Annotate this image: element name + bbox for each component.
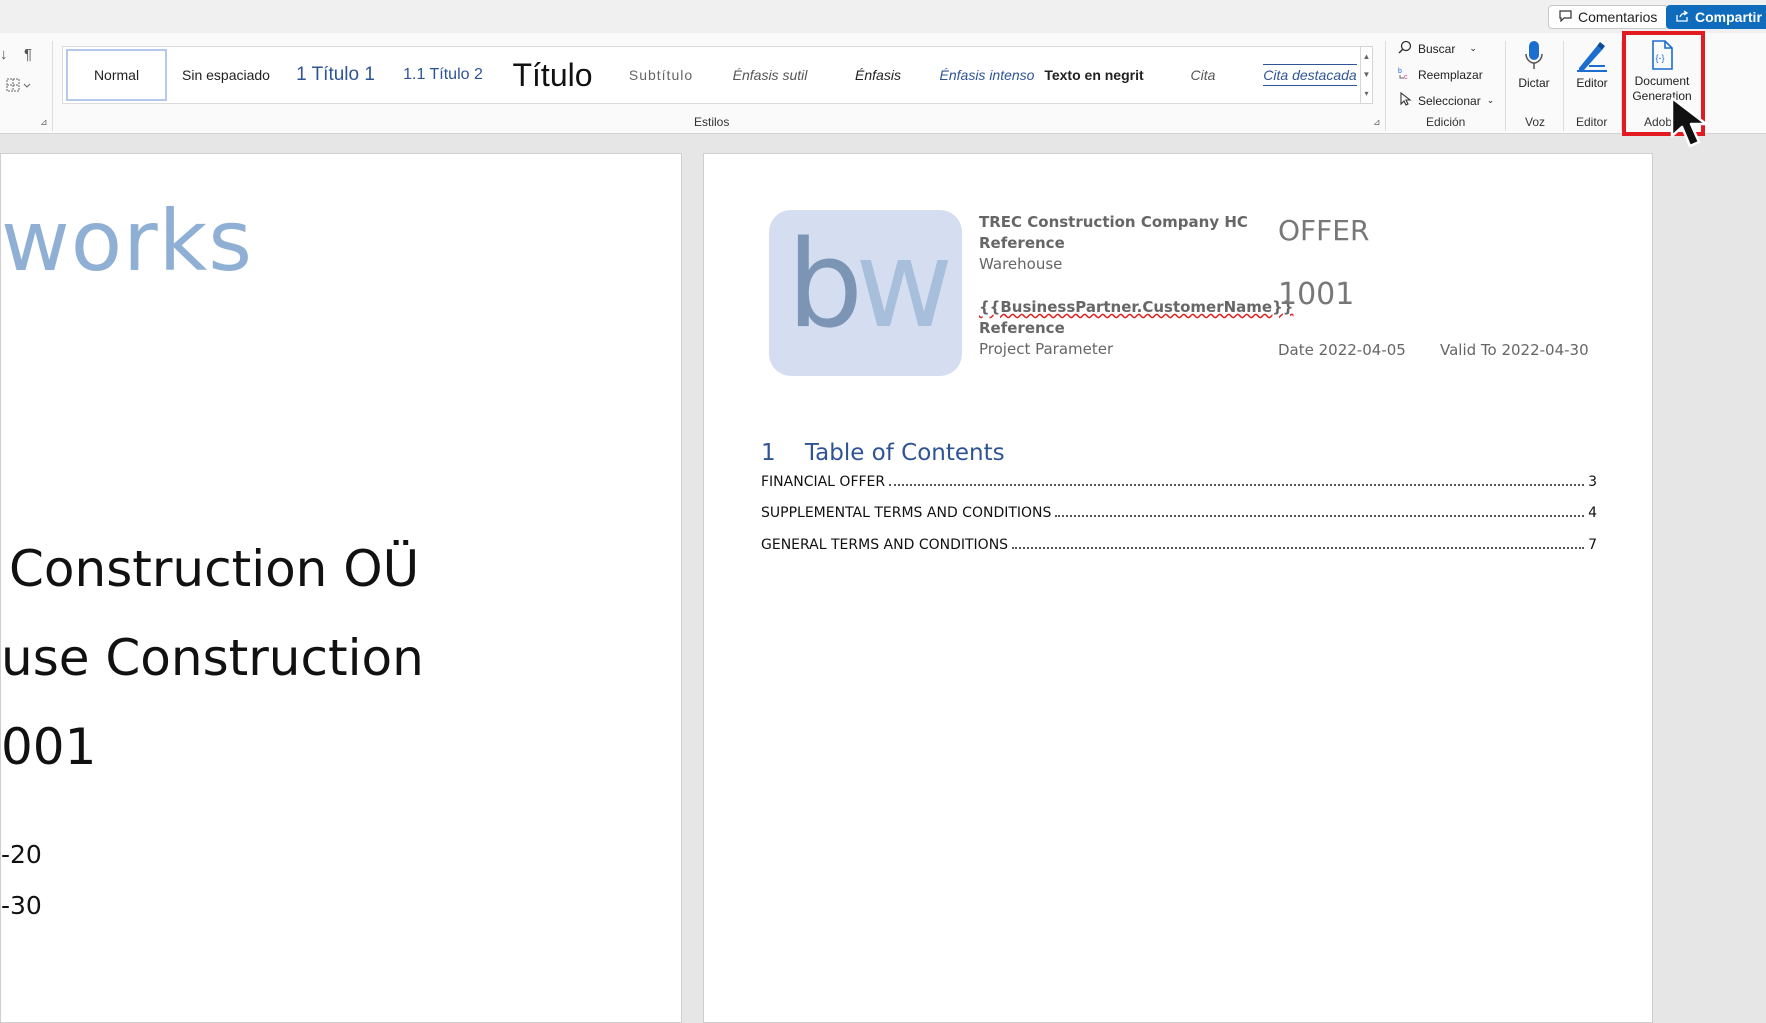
project-parameter-field: Project Parameter (979, 340, 1114, 358)
offer-title: OFFER (1278, 214, 1370, 247)
valid-to-field: Valid To 2022-04-30 (1440, 341, 1589, 359)
editing-group-label: Edición (1426, 115, 1466, 129)
voice-group-label: Voz (1525, 115, 1546, 129)
style-quote[interactable]: Cita (1151, 47, 1255, 103)
microphone-icon (1523, 40, 1545, 76)
style-subtitle[interactable]: Subtítulo (609, 47, 713, 103)
style-title[interactable]: Título (500, 47, 605, 103)
styles-scrollbar[interactable]: ▲ ▼ ▾ (1360, 46, 1373, 104)
toc-entry[interactable]: GENERAL TERMS AND CONDITIONS 7 (761, 537, 1597, 553)
warehouse-field: Warehouse (979, 255, 1063, 273)
style-subtle-emphasis[interactable]: Énfasis sutil (718, 47, 822, 103)
share-button[interactable]: Compartir (1666, 5, 1766, 29)
dictate-button[interactable]: Dictar (1517, 40, 1551, 91)
more-styles-icon[interactable]: ▾ (1364, 89, 1368, 98)
style-emphasis[interactable]: Énfasis (826, 47, 930, 103)
chevron-up-icon[interactable]: ▲ (1363, 52, 1371, 61)
customer-name-field: {{BusinessPartner.CustomerName}} (979, 298, 1294, 316)
pilcrow-icon[interactable]: ¶ (24, 46, 32, 63)
style-intense-emphasis[interactable]: Énfasis intenso (935, 47, 1039, 103)
date-field: Date 2022-04-05 (1278, 341, 1406, 359)
style-heading-2[interactable]: 1.1 Título 2 (392, 47, 494, 103)
borders-icon[interactable] (6, 78, 32, 96)
search-icon (1398, 40, 1412, 57)
logo-fragment: works (1, 192, 254, 290)
share-label: Compartir (1695, 9, 1762, 25)
editor-button[interactable]: Editor (1574, 40, 1610, 91)
logo-letter-b: b (787, 216, 863, 355)
style-heading-1[interactable]: 1 Título 1 (283, 47, 388, 103)
replace-button[interactable]: bc Reemplazar (1398, 66, 1483, 83)
comments-label: Comentarios (1578, 9, 1658, 25)
find-button[interactable]: Buscar ⌄ (1398, 40, 1477, 57)
ribbon-divider (1505, 41, 1506, 131)
company-field: TREC Construction Company HC (979, 213, 1248, 231)
project-name: use Construction (1, 629, 424, 687)
reference-label-2: Reference (979, 319, 1065, 337)
company-name: Construction OÜ (9, 540, 420, 598)
style-no-spacing[interactable]: Sin espaciado (174, 47, 278, 103)
editor-pen-icon (1575, 40, 1609, 76)
chevron-down-icon: ⌄ (1486, 95, 1495, 105)
replace-icon: bc (1398, 66, 1412, 83)
style-intense-quote[interactable]: Cita destacada (1259, 47, 1361, 103)
title-bar (0, 0, 1766, 33)
style-normal[interactable]: Normal (66, 49, 167, 101)
offer-number: 1001 (1278, 277, 1355, 312)
cursor-select-icon (1398, 91, 1412, 109)
paragraph-launcher-icon[interactable]: ⊿ (40, 117, 48, 128)
valid-to-fragment: -30 (1, 891, 42, 920)
comment-icon (1559, 9, 1572, 25)
bw-logo: bw (769, 210, 962, 376)
ribbon-divider (52, 41, 53, 131)
share-icon (1676, 9, 1689, 25)
toc-heading: 1 Table of Contents (761, 440, 1005, 466)
offer-number: 001 (1, 718, 97, 776)
ribbon-divider (1563, 41, 1564, 131)
toc-entry[interactable]: FINANCIAL OFFER 3 (761, 474, 1597, 490)
editor-group-label: Editor (1576, 115, 1608, 129)
date-fragment: -20 (1, 840, 42, 869)
mouse-cursor-icon (1670, 96, 1718, 155)
styles-gallery: Normal Sin espaciado 1 Título 1 1.1 Títu… (62, 46, 1362, 104)
sort-icon[interactable]: ↓ (0, 46, 8, 63)
select-button[interactable]: Seleccionar ⌄ (1398, 91, 1495, 109)
svg-text:b: b (1398, 68, 1402, 75)
style-strong[interactable]: Texto en negrit (1042, 47, 1146, 103)
toc-entry[interactable]: SUPPLEMENTAL TERMS AND CONDITIONS 4 (761, 505, 1597, 521)
comments-button[interactable]: Comentarios (1548, 5, 1669, 29)
svg-text:c: c (1404, 74, 1408, 80)
document-page-left[interactable]: works Construction OÜ use Construction 0… (0, 153, 682, 1023)
styles-launcher-icon[interactable]: ⊿ (1373, 117, 1381, 128)
styles-group-label: Estilos (694, 115, 730, 129)
chevron-down-icon[interactable]: ▼ (1363, 70, 1371, 79)
ribbon-divider (1385, 41, 1386, 131)
logo-letter-w: w (855, 216, 953, 355)
chevron-down-icon: ⌄ (1469, 43, 1477, 53)
reference-label: Reference (979, 234, 1065, 252)
document-page-right[interactable]: bw TREC Construction Company HC Referenc… (703, 153, 1653, 1023)
